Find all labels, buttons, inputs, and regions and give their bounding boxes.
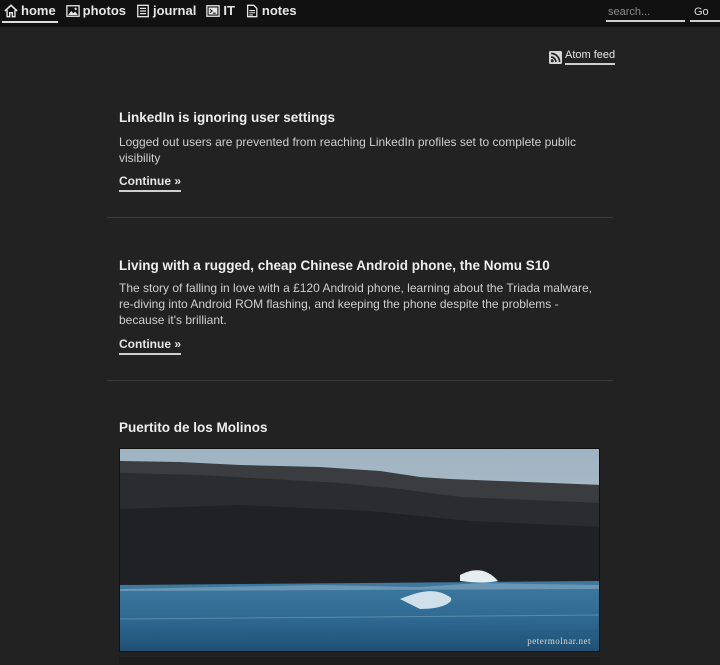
journal-icon <box>137 4 149 17</box>
photo-watermark: petermolnar.net <box>527 636 591 646</box>
rss-icon <box>549 50 562 64</box>
terminal-icon <box>206 4 221 17</box>
article-photo[interactable]: petermolnar.net <box>119 448 600 652</box>
article-title[interactable]: Living with a rugged, cheap Chinese Andr… <box>119 258 550 273</box>
article-summary: The story of falling in love with a £120… <box>119 281 592 327</box>
nav-item-label: notes <box>261 3 297 18</box>
continue-link[interactable]: Continue » <box>119 174 181 192</box>
nav-item-label: photos <box>82 3 126 18</box>
coastal-cliff-photo <box>120 449 599 651</box>
article-title[interactable]: LinkedIn is ignoring user settings <box>119 110 335 125</box>
nav-item-journal[interactable]: journal <box>134 0 198 23</box>
article-divider <box>107 380 613 381</box>
image-icon <box>65 4 80 17</box>
nav-item-label: journal <box>153 3 197 18</box>
nav-item-label: home <box>21 3 56 18</box>
main-nav: home photos journal IT notes <box>0 0 305 27</box>
home-icon <box>4 3 18 17</box>
nav-item-home[interactable]: home <box>2 0 58 23</box>
search-input[interactable] <box>606 3 685 22</box>
nav-item-it[interactable]: IT <box>204 0 237 23</box>
nav-item-photos[interactable]: photos <box>64 0 128 23</box>
nav-item-notes[interactable]: notes <box>243 0 299 23</box>
nav-item-label: IT <box>223 3 235 18</box>
atom-feed-label: Atom feed <box>565 49 616 65</box>
article-summary: Logged out users are prevented from reac… <box>119 135 576 165</box>
article-divider <box>107 217 613 218</box>
note-icon <box>246 4 258 17</box>
top-navigation-bar: home photos journal IT notes Go <box>0 0 720 27</box>
photo-caption-bar <box>119 657 600 665</box>
article-title[interactable]: Puertito de los Molinos <box>119 420 268 435</box>
continue-link[interactable]: Continue » <box>119 337 181 355</box>
atom-feed-link[interactable]: Atom feed <box>549 49 616 65</box>
go-button[interactable]: Go <box>690 3 720 22</box>
